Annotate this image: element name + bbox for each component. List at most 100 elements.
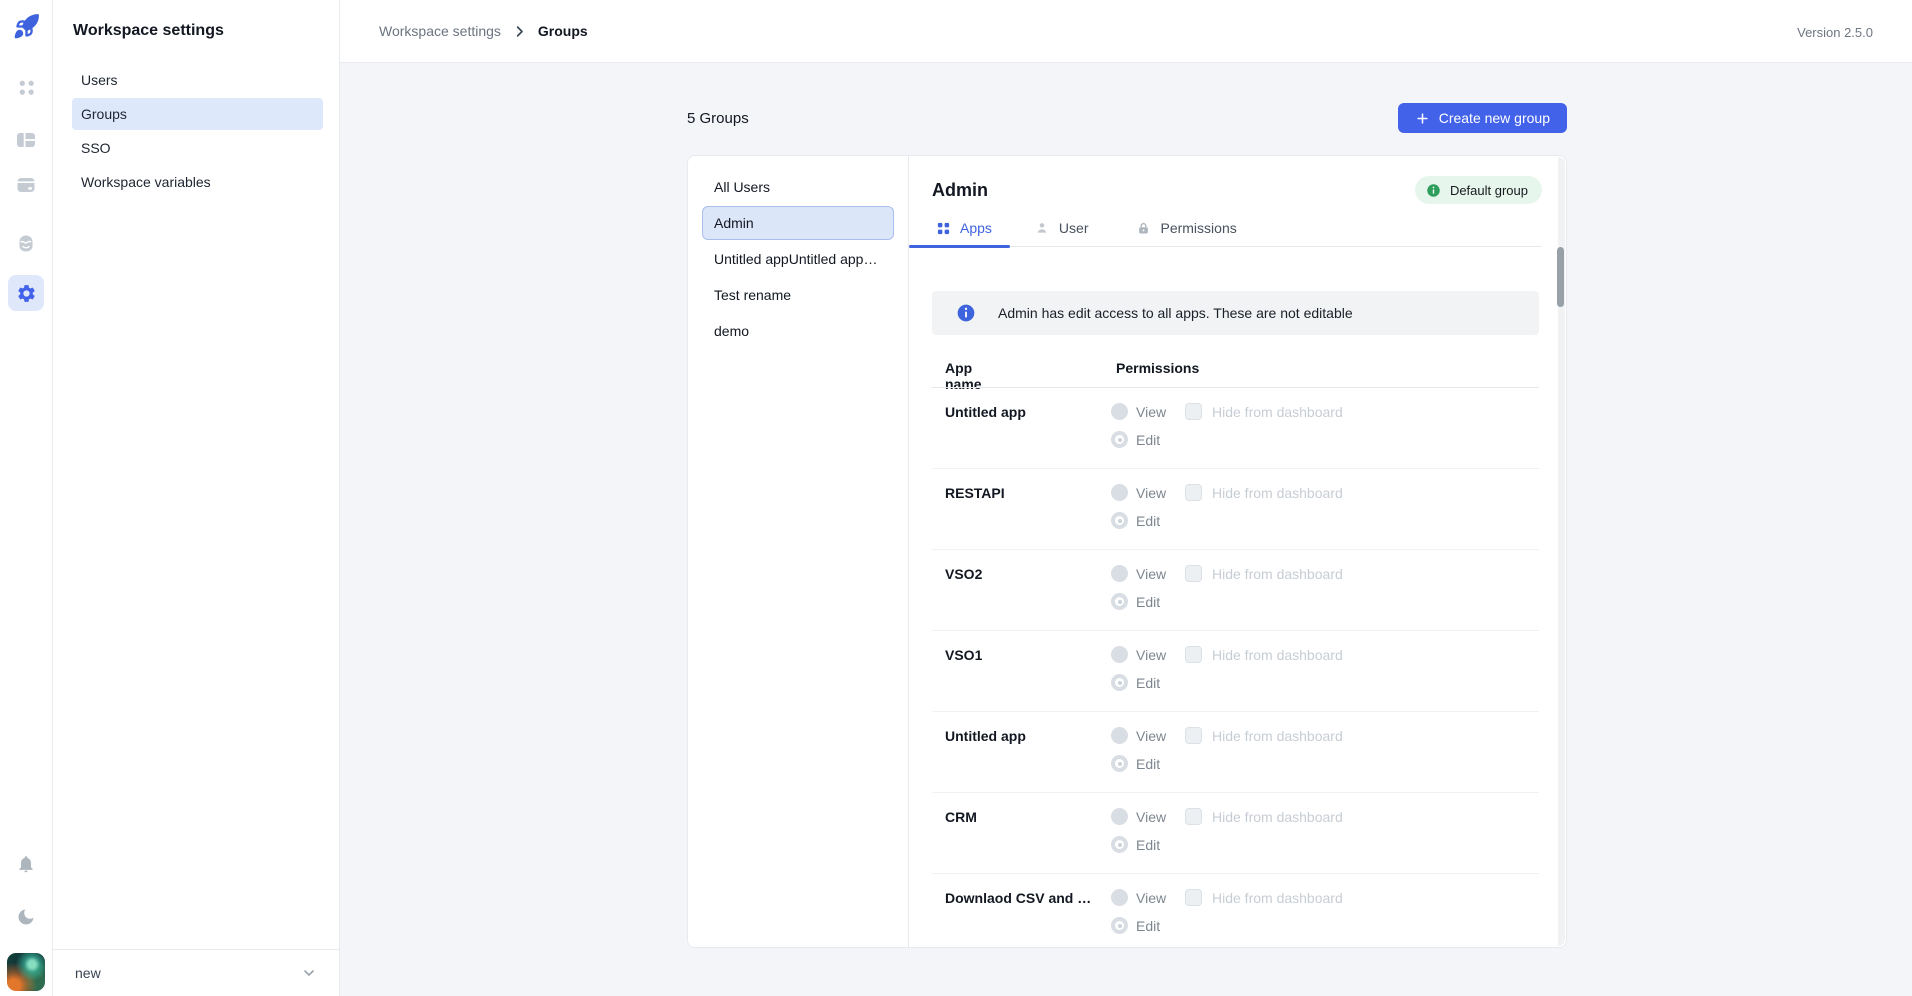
hide-from-dashboard-checkbox[interactable] bbox=[1185, 889, 1202, 906]
edit-permission-option: Edit bbox=[1111, 674, 1160, 691]
tab-permissions[interactable]: Permissions bbox=[1112, 210, 1260, 246]
settings-sidebar: Workspace settings Users Groups SSO Work… bbox=[53, 0, 340, 996]
hide-from-dashboard-option: Hide from dashboard bbox=[1185, 727, 1343, 744]
info-banner: Admin has edit access to all apps. These… bbox=[932, 291, 1539, 335]
hide-from-dashboard-label: Hide from dashboard bbox=[1212, 890, 1343, 906]
sidebar-menu-item-label: Groups bbox=[81, 106, 127, 122]
app-permission-row: RESTAPI View Edit Hide from dashboard bbox=[932, 468, 1539, 549]
app-permission-row: Downlaod CSV and Send attac... View Edit… bbox=[932, 873, 1539, 954]
content-header: 5 Groups Create new group bbox=[687, 103, 1567, 133]
app-permission-rows: Untitled app View Edit Hide from dashboa… bbox=[932, 387, 1539, 954]
sidebar-item-groups[interactable]: Groups bbox=[72, 98, 323, 130]
app-permission-row: Untitled app View Edit Hide from dashboa… bbox=[932, 388, 1539, 468]
view-label: View bbox=[1136, 728, 1166, 744]
view-radio[interactable] bbox=[1111, 565, 1128, 582]
view-radio[interactable] bbox=[1111, 808, 1128, 825]
view-radio[interactable] bbox=[1111, 646, 1128, 663]
view-permission-option: View bbox=[1111, 727, 1166, 744]
edit-radio[interactable] bbox=[1111, 836, 1128, 853]
rail-item-apps[interactable] bbox=[8, 69, 44, 105]
edit-radio[interactable] bbox=[1111, 674, 1128, 691]
app-name: CRM bbox=[945, 809, 977, 825]
group-list-item[interactable]: Admin bbox=[702, 206, 894, 240]
hide-from-dashboard-label: Hide from dashboard bbox=[1212, 809, 1343, 825]
scrollbar-thumb[interactable] bbox=[1557, 247, 1564, 307]
edit-permission-option: Edit bbox=[1111, 917, 1160, 934]
view-permission-option: View bbox=[1111, 646, 1166, 663]
topbar: Workspace settings Groups Version 2.5.0 bbox=[340, 0, 1912, 63]
edit-radio[interactable] bbox=[1111, 512, 1128, 529]
notifications-button[interactable] bbox=[8, 846, 44, 882]
grid-icon bbox=[16, 77, 37, 98]
view-permission-option: View bbox=[1111, 484, 1166, 501]
view-permission-option: View bbox=[1111, 565, 1166, 582]
view-radio[interactable] bbox=[1111, 727, 1128, 744]
edit-label: Edit bbox=[1136, 675, 1160, 691]
view-label: View bbox=[1136, 566, 1166, 582]
user-icon bbox=[1034, 220, 1050, 236]
edit-radio[interactable] bbox=[1111, 755, 1128, 772]
detail-tabs: Apps User bbox=[909, 210, 1542, 247]
hide-from-dashboard-option: Hide from dashboard bbox=[1185, 646, 1343, 663]
lock-icon bbox=[1136, 221, 1151, 236]
sidebar-menu-item-label: Workspace variables bbox=[81, 174, 211, 190]
group-list-item[interactable]: demo bbox=[702, 314, 894, 348]
chevron-right-icon bbox=[512, 24, 527, 39]
info-circle-blue-icon bbox=[956, 303, 976, 323]
workspace-switcher[interactable]: new bbox=[53, 949, 339, 996]
hide-from-dashboard-option: Hide from dashboard bbox=[1185, 403, 1343, 420]
rocket-logo-icon[interactable] bbox=[13, 13, 40, 40]
apps-grid-icon bbox=[936, 221, 951, 236]
hide-from-dashboard-checkbox[interactable] bbox=[1185, 403, 1202, 420]
sidebar-item-sso[interactable]: SSO bbox=[72, 132, 323, 164]
hide-from-dashboard-checkbox[interactable] bbox=[1185, 727, 1202, 744]
app-name: VSO1 bbox=[945, 647, 982, 663]
bell-icon bbox=[16, 854, 36, 874]
group-list-item-label: demo bbox=[714, 323, 749, 339]
moon-icon bbox=[16, 907, 36, 927]
sidebar-item-users[interactable]: Users bbox=[72, 64, 323, 96]
edit-radio[interactable] bbox=[1111, 593, 1128, 610]
group-list-item[interactable]: All Users bbox=[702, 170, 894, 204]
scrollbar-track[interactable] bbox=[1558, 157, 1565, 946]
hide-from-dashboard-checkbox[interactable] bbox=[1185, 808, 1202, 825]
user-avatar[interactable] bbox=[7, 953, 45, 991]
app-name: VSO2 bbox=[945, 566, 982, 582]
groups-count: 5 Groups bbox=[687, 110, 749, 127]
view-radio[interactable] bbox=[1111, 484, 1128, 501]
create-new-group-button[interactable]: Create new group bbox=[1398, 103, 1567, 133]
edit-label: Edit bbox=[1136, 918, 1160, 934]
group-detail-header: Admin Default group bbox=[932, 175, 1542, 205]
tab-permissions-label: Permissions bbox=[1160, 220, 1236, 236]
tab-user[interactable]: User bbox=[1010, 210, 1113, 246]
view-label: View bbox=[1136, 404, 1166, 420]
breadcrumb-root[interactable]: Workspace settings bbox=[379, 23, 501, 39]
dark-mode-toggle[interactable] bbox=[8, 899, 44, 935]
hide-from-dashboard-checkbox[interactable] bbox=[1185, 565, 1202, 582]
group-list-item-label: Untitled appUntitled appUntitle... bbox=[714, 251, 882, 267]
rail-item-settings[interactable] bbox=[8, 275, 44, 311]
view-radio[interactable] bbox=[1111, 889, 1128, 906]
view-permission-option: View bbox=[1111, 889, 1166, 906]
edit-radio[interactable] bbox=[1111, 431, 1128, 448]
app-name: Untitled app bbox=[945, 404, 1026, 420]
rail-item-pages[interactable] bbox=[8, 122, 44, 158]
tab-apps[interactable]: Apps bbox=[909, 210, 1010, 246]
edit-radio[interactable] bbox=[1111, 917, 1128, 934]
view-radio[interactable] bbox=[1111, 403, 1128, 420]
group-list-item[interactable]: Test rename bbox=[702, 278, 894, 312]
hide-from-dashboard-checkbox[interactable] bbox=[1185, 646, 1202, 663]
rail-item-marketplace[interactable] bbox=[8, 225, 44, 261]
group-detail-panel: Admin Default group bbox=[909, 156, 1566, 947]
sidebar-menu-item-label: SSO bbox=[81, 140, 111, 156]
view-label: View bbox=[1136, 890, 1166, 906]
sidebar-item-workspace-variables[interactable]: Workspace variables bbox=[72, 166, 323, 198]
breadcrumb-current: Groups bbox=[538, 23, 588, 39]
hide-from-dashboard-checkbox[interactable] bbox=[1185, 484, 1202, 501]
create-new-group-label: Create new group bbox=[1439, 110, 1550, 126]
info-circle-green-icon bbox=[1426, 183, 1441, 198]
rail-item-datasources[interactable] bbox=[8, 167, 44, 203]
group-list-item[interactable]: Untitled appUntitled appUntitle... bbox=[702, 242, 894, 276]
view-permission-option: View bbox=[1111, 808, 1166, 825]
edit-label: Edit bbox=[1136, 513, 1160, 529]
